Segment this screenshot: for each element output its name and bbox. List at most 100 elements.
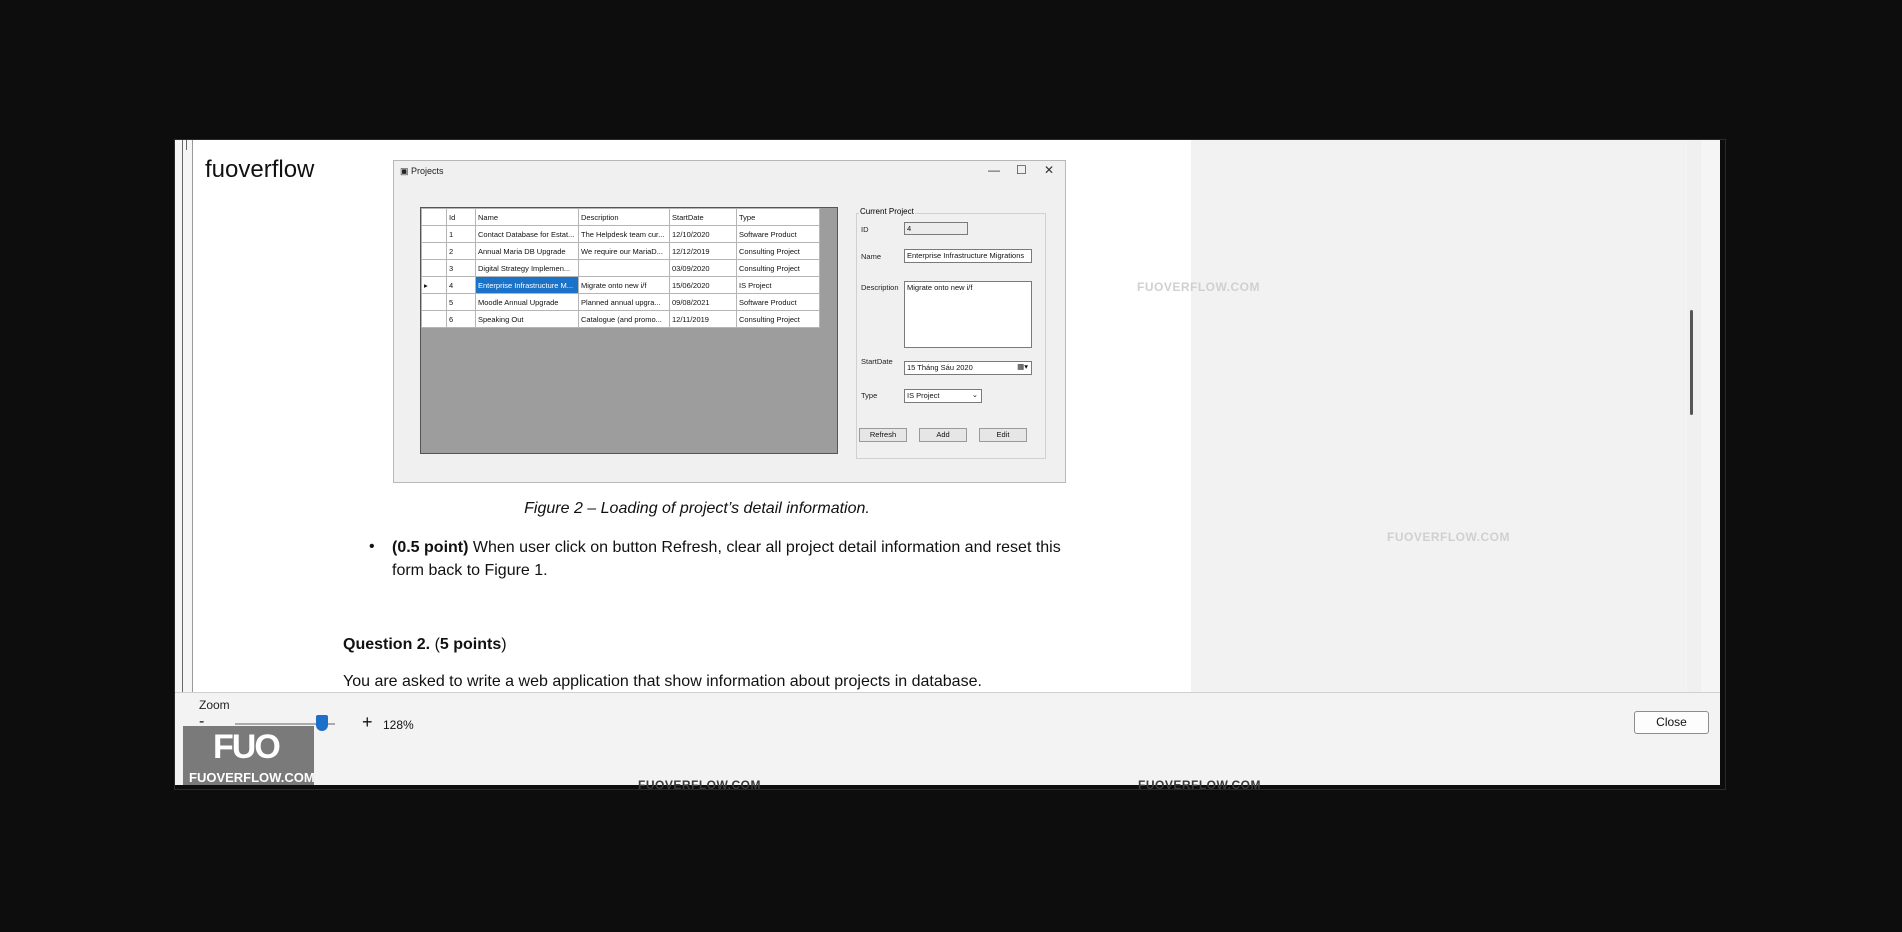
cell-name: Contact Database for Estat...	[475, 225, 579, 243]
cell-startdate: 12/12/2019	[669, 242, 737, 260]
startdate-picker: 15 Tháng Sáu 2020 ▦▾	[904, 361, 1032, 375]
bullet-paragraph: (0.5 point) When user click on button Re…	[392, 536, 1072, 582]
cell-description: Catalogue (and promo...	[578, 310, 670, 328]
minimize-icon: —	[988, 163, 1000, 177]
table-row: 6 Speaking Out Catalogue (and promo... 1…	[421, 310, 820, 328]
row-marker	[421, 259, 447, 277]
projects-grid: Id Name Description StartDate Type 1 Con…	[420, 207, 838, 454]
cell-name: Digital Strategy Implemen...	[475, 259, 579, 277]
watermark: FUOVERFLOW.COM	[1387, 530, 1510, 544]
zoom-slider-thumb[interactable]	[316, 715, 328, 731]
cell-startdate: 12/10/2020	[669, 225, 737, 243]
cell-name: Annual Maria DB Upgrade	[475, 242, 579, 260]
cell-type: IS Project	[736, 276, 820, 294]
document-page: fuoverflow ▣ Projects — ☐ ✕ Id Name Desc…	[192, 140, 1201, 692]
id-label: ID	[861, 225, 869, 234]
chevron-down-icon: ⌄	[971, 390, 978, 399]
table-row: 3 Digital Strategy Implemen... 03/09/202…	[421, 259, 820, 277]
cell-startdate: 12/11/2019	[669, 310, 737, 328]
vertical-scrollbar[interactable]	[1687, 140, 1701, 692]
calendar-icon: ▦▾	[1017, 362, 1028, 371]
close-button[interactable]: Close	[1634, 711, 1709, 734]
column-header-startdate: StartDate	[669, 208, 737, 226]
cell-startdate: 09/08/2021	[669, 293, 737, 311]
site-logo-text: fuoverflow	[205, 156, 315, 183]
column-header-description: Description	[578, 208, 670, 226]
row-marker	[421, 242, 447, 260]
row-marker	[421, 293, 447, 311]
cell-name: Moodle Annual Upgrade	[475, 293, 579, 311]
cell-description: The Helpdesk team cur...	[578, 225, 670, 243]
name-field: Enterprise Infrastructure Migrations	[904, 249, 1032, 263]
cell-startdate: 03/09/2020	[669, 259, 737, 277]
question-title: Question 2.	[343, 636, 431, 653]
bullet-body: When user click on button Refresh, clear…	[392, 539, 1061, 579]
table-row-selected: ▸ 4 Enterprise Infrastructure M... Migra…	[421, 276, 820, 294]
column-header-type: Type	[736, 208, 820, 226]
window-title: ▣ Projects	[400, 166, 444, 176]
zoom-value: 128%	[383, 718, 414, 732]
startdate-label: StartDate	[861, 357, 893, 366]
close-icon: ✕	[1044, 163, 1055, 177]
column-header-name: Name	[475, 208, 579, 226]
badge-site: FUOVERFLOW.COM	[189, 770, 315, 785]
cell-startdate: 15/06/2020	[669, 276, 737, 294]
edit-button: Edit	[979, 428, 1027, 442]
cell-type: Consulting Project	[736, 242, 820, 260]
page-edge-line	[186, 140, 187, 150]
id-field: 4	[904, 222, 968, 235]
grid-table: Id Name Description StartDate Type 1 Con…	[421, 208, 820, 328]
table-row: 5 Moodle Annual Upgrade Planned annual u…	[421, 293, 820, 311]
page-edge-line	[182, 140, 183, 692]
bullet-points: (0.5 point)	[392, 539, 469, 556]
row-marker: ▸	[421, 276, 447, 294]
site-badge-logo: FUO FUOVERFLOW.COM	[183, 726, 315, 785]
watermark: FUOVERFLOW.COM	[1138, 778, 1261, 792]
question-heading: Question 2. (5 points)	[343, 636, 507, 653]
question-text: You are asked to write a web application…	[343, 673, 982, 690]
add-button: Add	[919, 428, 967, 442]
scrollbar-thumb[interactable]	[1690, 310, 1693, 415]
cell-description: Migrate onto new i/f	[578, 276, 670, 294]
watermark: FUOVERFLOW.COM	[638, 778, 761, 792]
zoom-bar: Zoom - + 128% Close	[175, 692, 1720, 785]
cell-description	[578, 259, 670, 277]
zoom-in-button[interactable]: +	[362, 712, 373, 733]
type-label: Type	[861, 391, 878, 400]
watermark: FUOVERFLOW.COM	[1137, 280, 1260, 294]
table-row: 2 Annual Maria DB Upgrade We require our…	[421, 242, 820, 260]
page-margin-area	[1191, 140, 1686, 692]
description-field: Migrate onto new i/f	[904, 281, 1032, 348]
figure-caption: Figure 2 – Loading of project’s detail i…	[524, 500, 870, 517]
name-label: Name	[861, 252, 882, 261]
zoom-label: Zoom	[199, 698, 230, 712]
row-header-cell	[421, 208, 447, 226]
cell-type: Software Product	[736, 225, 820, 243]
embedded-screenshot: ▣ Projects — ☐ ✕ Id Name Description Sta…	[393, 160, 1066, 483]
cell-description: We require our MariaD...	[578, 242, 670, 260]
cell-description: Planned annual upgra...	[578, 293, 670, 311]
startdate-value: 15 Tháng Sáu 2020	[907, 363, 973, 372]
group-title: Current Project	[859, 207, 915, 216]
cell-type: Consulting Project	[736, 259, 820, 277]
question-points: 5 points	[439, 636, 502, 653]
bullet-icon: •	[369, 538, 375, 555]
cell-id: 6	[446, 310, 476, 328]
refresh-button: Refresh	[859, 428, 907, 442]
description-label: Description	[861, 283, 899, 292]
cell-id: 1	[446, 225, 476, 243]
document-viewer: fuoverflow ▣ Projects — ☐ ✕ Id Name Desc…	[175, 140, 1720, 785]
cell-id: 2	[446, 242, 476, 260]
cell-id: 5	[446, 293, 476, 311]
cell-name: Enterprise Infrastructure M...	[475, 276, 579, 294]
row-marker	[421, 310, 447, 328]
type-value: IS Project	[907, 391, 940, 400]
row-marker	[421, 225, 447, 243]
cell-id: 4	[446, 276, 476, 294]
window-title-text: Projects	[411, 166, 444, 176]
cell-type: Consulting Project	[736, 310, 820, 328]
grid-header-row: Id Name Description StartDate Type	[421, 208, 820, 226]
cell-name: Speaking Out	[475, 310, 579, 328]
cell-id: 3	[446, 259, 476, 277]
maximize-icon: ☐	[1016, 163, 1027, 177]
